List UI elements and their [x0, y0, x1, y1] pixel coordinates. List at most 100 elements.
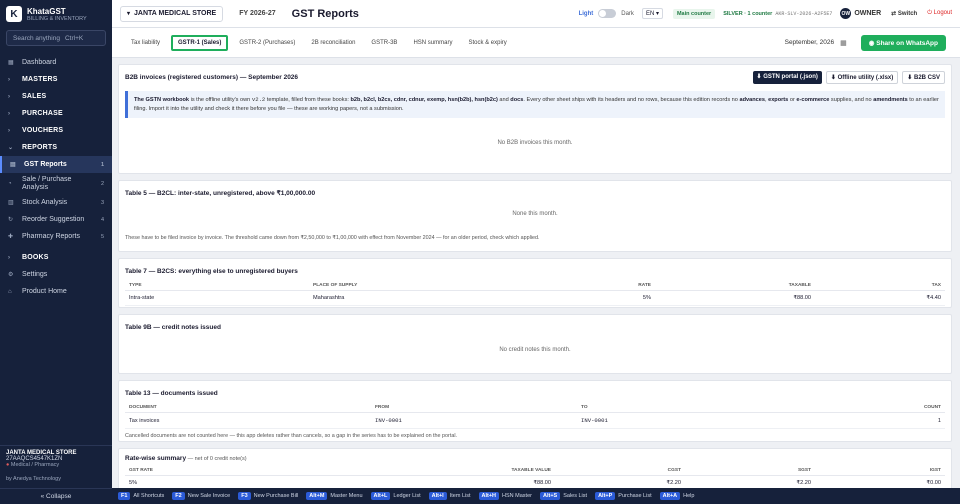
topbar: ▾ JANTA MEDICAL STORE FY 2026-27 GST Repo…: [112, 0, 960, 28]
whatsapp-share-button[interactable]: ◉ Share on WhatsApp: [860, 34, 946, 51]
b2b-card: B2B invoices (registered customers) — Se…: [118, 64, 952, 174]
sidebar-item-pharmacy-reports[interactable]: ✚ Pharmacy Reports 5: [0, 228, 112, 245]
col-sgst: SGST: [685, 466, 815, 476]
sidebar-footer: JANTA MEDICAL STORE 27AAQCS4547K1ZN ● Me…: [0, 445, 112, 504]
b2cl-empty: None this month.: [512, 211, 558, 217]
cell-taxable-value: ₹88.00: [425, 475, 555, 488]
month-picker[interactable]: September, 2026 ▦: [785, 39, 847, 47]
brand: K KhataGST BILLING & INVENTORY: [0, 0, 112, 28]
sidebar-item-reorder-suggestion[interactable]: ↻ Reorder Suggestion 4: [0, 211, 112, 228]
offline-utility-xlsx-button[interactable]: ⬇ Offline utility (.xlsx): [825, 70, 899, 84]
shortcut-key: F3: [238, 492, 251, 500]
chevron-down-icon: ⌄: [8, 145, 14, 151]
col-cgst: CGST: [555, 466, 685, 476]
shortcut-label: New Purchase Bill: [253, 493, 299, 499]
rate-summary-table: GST RATE TAXABLE VALUE CGST SGST IGST 5%…: [125, 466, 945, 488]
language-select[interactable]: EN ▾: [641, 8, 663, 19]
shortcut-master-menu[interactable]: Alt+M Master Menu: [306, 492, 363, 500]
home-icon: ⌂: [8, 288, 12, 295]
tab-gstr3b[interactable]: GSTR-3B: [366, 37, 402, 49]
chevron-right-icon: ›: [8, 254, 11, 261]
sidebar-item-dashboard[interactable]: ▦ Dashboard: [0, 54, 112, 71]
gstn-workbook-info: The GSTN workbook is the offline utility…: [125, 91, 945, 118]
cell-tax: ₹4.40: [815, 290, 945, 306]
col-taxable-value: TAXABLE VALUE: [425, 466, 555, 476]
sidebar-item-gst-reports[interactable]: ▤ GST Reports 1: [0, 156, 112, 173]
sidebar-item-label: SALES: [22, 93, 47, 100]
search-input[interactable]: Search anything Ctrl+K: [6, 30, 106, 46]
sidebar-item-label: VOUCHERS: [22, 127, 64, 134]
sidebar-item-purchase[interactable]: › PURCHASE: [0, 105, 112, 122]
tab-gstr1-sales[interactable]: GSTR-1 (Sales): [171, 34, 229, 51]
sidebar-item-stock-analysis[interactable]: ▥ Stock Analysis 3: [0, 194, 112, 211]
report-icon: ▤: [10, 162, 16, 168]
shortcut-help[interactable]: Alt+A Help: [659, 492, 694, 500]
chevron-right-icon: ›: [8, 76, 11, 83]
sidebar-item-label: Pharmacy Reports: [22, 233, 80, 240]
shop-selector[interactable]: ▾ JANTA MEDICAL STORE: [120, 5, 224, 22]
vendor-credit: by Anedya Technology: [6, 476, 61, 482]
tab-gstr2-purchases[interactable]: GSTR-2 (Purchases): [234, 37, 300, 49]
collapse-button[interactable]: « Collapse: [0, 488, 112, 504]
switch-icon: ⇄: [891, 11, 898, 17]
sidebar-item-masters[interactable]: › MASTERS: [0, 71, 112, 88]
shortcut-label: All Shortcuts: [133, 493, 165, 499]
cell-count: 1: [791, 412, 945, 429]
shortcut-hsn-master[interactable]: Alt+H HSN Master: [478, 492, 532, 500]
shortcut-key: Alt+P: [595, 492, 616, 500]
sidebar-item-count: 1: [100, 161, 104, 168]
sidebar-item-count: 5: [100, 233, 104, 240]
b2b-csv-button[interactable]: ⬇ B2B CSV: [902, 70, 945, 84]
shortcut-new-sale[interactable]: F2 New Sale Invoice: [172, 492, 230, 500]
col-type: TYPE: [125, 281, 309, 291]
col-rate: RATE: [556, 281, 655, 291]
shortcut-ledger-list[interactable]: Alt+L Ledger List: [370, 492, 421, 500]
fy-selector[interactable]: FY 2026-27: [239, 10, 275, 17]
tab-stock-expiry[interactable]: Stock & expiry: [463, 37, 511, 49]
tab-tax-liability[interactable]: Tax liability: [126, 37, 165, 49]
documents-card: Table 13 — documents issued DOCUMENT FRO…: [118, 380, 952, 442]
sidebar-item-label: GST Reports: [24, 161, 67, 168]
shortcut-label: Sales List: [563, 493, 588, 499]
theme-switch[interactable]: Light Dark: [579, 9, 634, 18]
shortcut-key: Alt+M: [306, 492, 328, 500]
user-menu[interactable]: OW OWNER: [840, 8, 881, 19]
logout-button[interactable]: ⏻ Logout: [927, 10, 952, 17]
cell-place: Maharashtra: [309, 290, 557, 306]
credit-notes-card: Table 9B — credit notes issued No credit…: [118, 314, 952, 374]
sidebar-item-sales[interactable]: › SALES: [0, 88, 112, 105]
documents-table: DOCUMENT FROM TO COUNT Tax invoices INV-…: [125, 403, 945, 429]
sidebar-item-books[interactable]: › BOOKS: [0, 249, 112, 266]
shortcut-purchase-list[interactable]: Alt+P Purchase List: [595, 492, 652, 500]
table-row: 5% ₹88.00 ₹2.20 ₹2.20 ₹0.00: [125, 475, 945, 488]
tab-hsn-summary[interactable]: HSN summary: [408, 37, 457, 49]
switch-button[interactable]: ⇄ Switch: [891, 10, 917, 17]
b2cs-card: Table 7 — B2CS: everything else to unreg…: [118, 258, 952, 308]
app-logo-icon: K: [6, 6, 22, 22]
sidebar-item-settings[interactable]: ⚙ Settings: [0, 266, 112, 283]
sidebar-item-vouchers[interactable]: › VOUCHERS: [0, 122, 112, 139]
gstn-portal-json-button[interactable]: ⬇ GSTN portal (.json): [752, 70, 822, 84]
shortcut-item-list[interactable]: Alt+I Item List: [428, 492, 471, 500]
theme-toggle[interactable]: [598, 9, 617, 18]
shortcut-new-purchase[interactable]: F3 New Purchase Bill: [238, 492, 298, 500]
b2cs-table: TYPE PLACE OF SUPPLY RATE TAXABLE TAX In…: [125, 281, 945, 306]
sidebar-item-product-home[interactable]: ⌂ Product Home: [0, 283, 112, 300]
shortcut-key: Alt+S: [539, 492, 561, 500]
shortcut-sales-list[interactable]: Alt+S Sales List: [539, 492, 588, 500]
shortcut-all[interactable]: F1 All Shortcuts: [118, 492, 164, 500]
sidebar-nav: ▦ Dashboard › MASTERS › SALES › PURCHASE › VO…: [0, 54, 112, 300]
chevron-down-icon: ▾: [127, 11, 131, 17]
sidebar-item-label: Reorder Suggestion: [22, 216, 85, 223]
cell-gst-rate: 5%: [125, 475, 425, 488]
cell-rate: 5%: [556, 290, 655, 306]
shortcut-label: Ledger List: [393, 493, 421, 499]
col-from: FROM: [371, 403, 577, 413]
sidebar-item-reports[interactable]: ⌄ REPORTS: [0, 139, 112, 156]
shortcut-label: Item List: [449, 493, 471, 499]
rate-summary-card: Rate-wise summary — net of 0 credit note…: [118, 448, 952, 488]
tab-2b-reconciliation[interactable]: 2B reconciliation: [306, 37, 360, 49]
b2cl-card: Table 5 — B2CL: inter-state, unregistere…: [118, 180, 952, 252]
credit-notes-empty: No credit notes this month.: [499, 347, 571, 353]
sidebar-item-sale-purchase-analysis[interactable]: ◔ Sale / Purchase Analysis 2: [0, 173, 112, 194]
